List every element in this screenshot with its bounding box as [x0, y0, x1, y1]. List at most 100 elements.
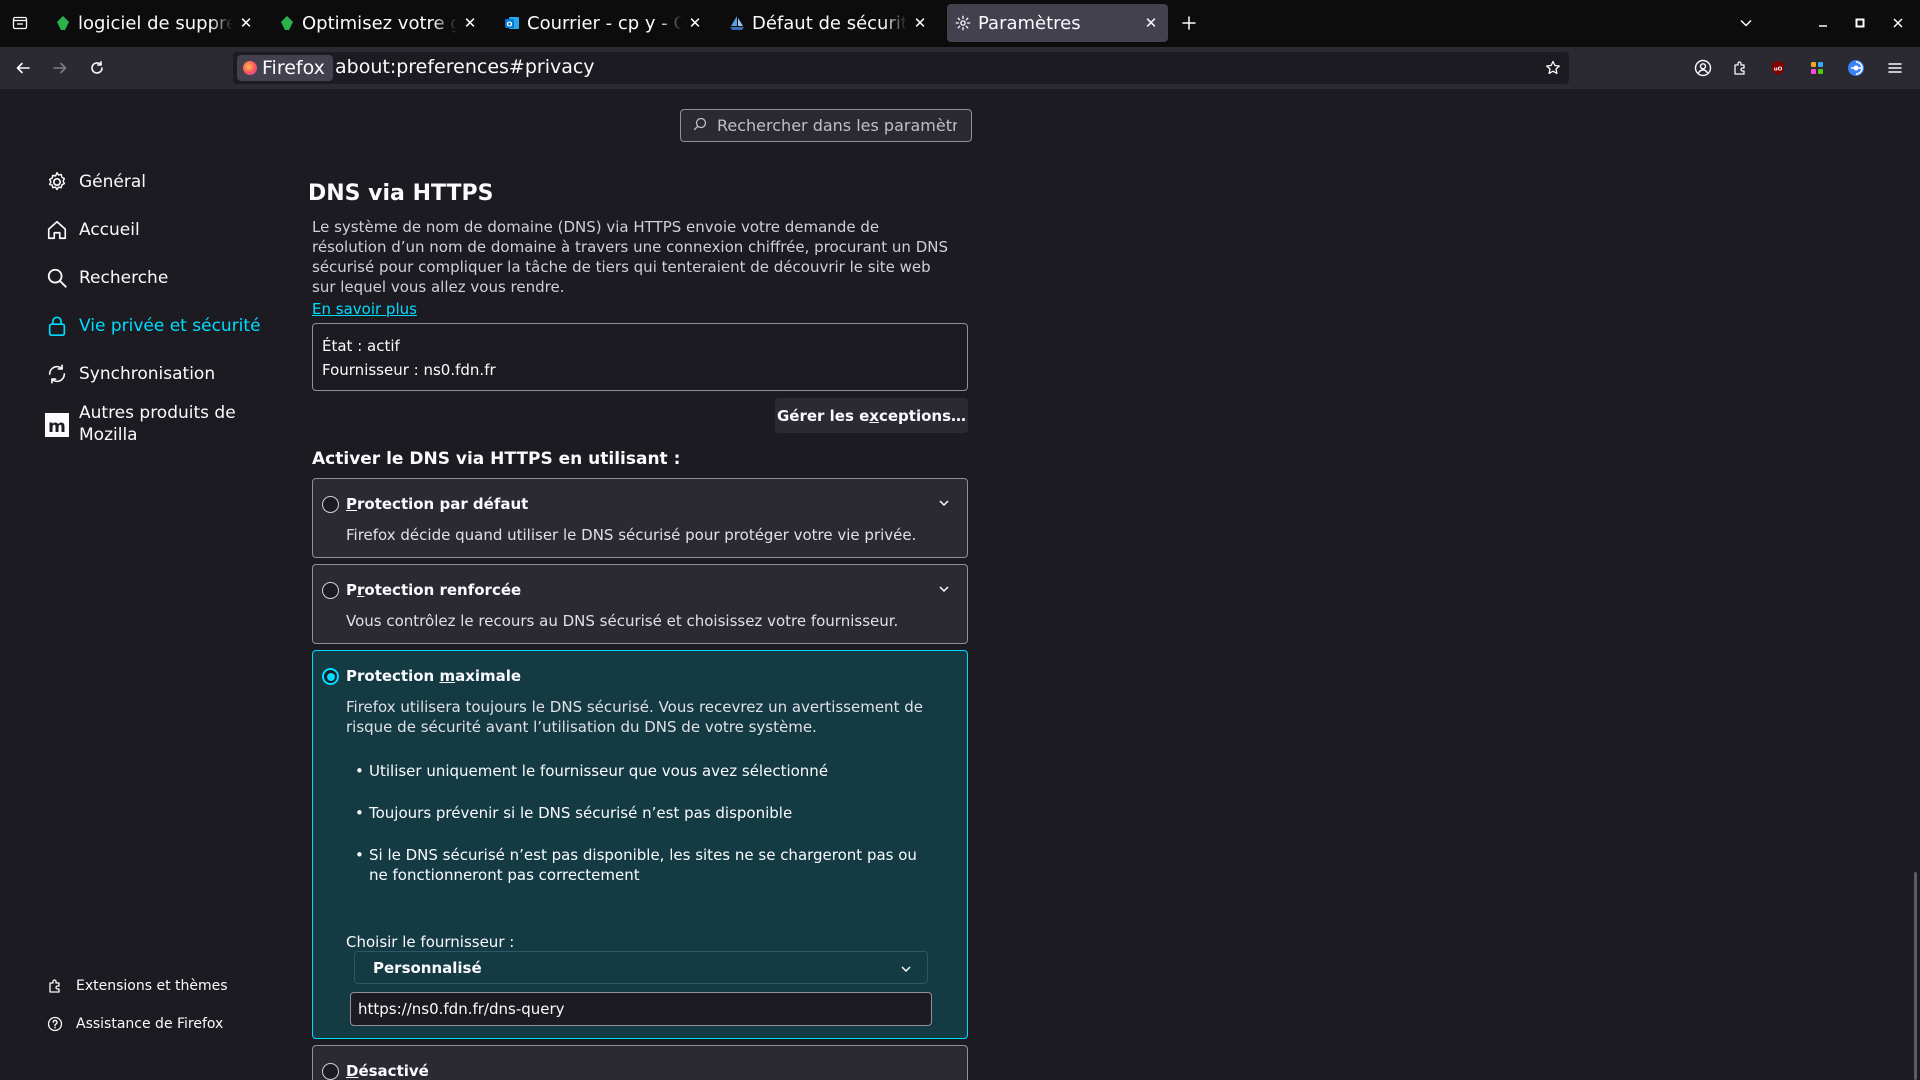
close-tab-icon[interactable]: ✕ — [237, 14, 255, 32]
close-tab-icon[interactable]: ✕ — [461, 14, 479, 32]
identity-box[interactable]: Firefox — [237, 55, 333, 81]
lock-icon — [45, 314, 69, 338]
ublock-origin-icon[interactable]: uO — [1767, 57, 1789, 79]
help-icon — [46, 1015, 64, 1033]
firefox-view-icon[interactable] — [9, 12, 31, 34]
option-off[interactable]: Désactivé — [312, 1045, 968, 1080]
sidebar-item-label: Autres produits de Mozilla — [79, 403, 236, 445]
sailboat-icon — [729, 15, 745, 31]
sidebar-item-more-from-mozilla[interactable]: m Autres produits de Mozilla — [45, 402, 236, 446]
tab-title: logiciel de suppressi — [78, 12, 233, 34]
multi-account-containers-icon[interactable] — [1806, 57, 1828, 79]
sidebar-item-general[interactable]: Général — [45, 170, 146, 194]
sidebar-item-label: Accueil — [79, 220, 140, 240]
dns-status: État : actif — [322, 337, 400, 355]
option-max-protection[interactable]: Protection maximale Firefox utilisera to… — [312, 650, 968, 1039]
close-window-icon[interactable] — [1887, 12, 1909, 34]
tab-title: Courrier - cp y - Outl — [527, 12, 682, 34]
sidebar-item-home[interactable]: Accueil — [45, 218, 140, 242]
learn-more-link[interactable]: En savoir plus — [312, 300, 417, 318]
radio-off[interactable] — [322, 1063, 339, 1080]
forward-arrow-icon[interactable] — [49, 57, 71, 79]
option-default-protection[interactable]: Protection par défaut Firefox décide qua… — [312, 478, 968, 558]
settings-search-box[interactable] — [680, 109, 972, 142]
close-tab-icon[interactable]: ✕ — [911, 14, 929, 32]
account-icon[interactable] — [1692, 57, 1714, 79]
sidebar-link-support[interactable]: Assistance de Firefox — [46, 1015, 223, 1033]
sidebar-item-label: Synchronisation — [79, 364, 216, 384]
option-description: Firefox utilisera toujours le DNS sécuri… — [346, 698, 923, 736]
maximize-icon[interactable] — [1849, 12, 1871, 34]
close-tab-icon[interactable]: ✕ — [686, 14, 704, 32]
option-description: Firefox décide quand utiliser le DNS séc… — [346, 526, 917, 544]
navigation-toolbar: Firefox about:preferences#privacy uO — [0, 47, 1920, 89]
sidebar-link-label: Assistance de Firefox — [76, 1016, 224, 1032]
gear-icon — [45, 170, 69, 194]
radio-max-protection[interactable] — [322, 668, 339, 685]
tab-3[interactable]: O Courrier - cp y - Outl ✕ — [496, 4, 712, 42]
custom-provider-url-input[interactable] — [350, 992, 932, 1026]
sidebar-item-privacy[interactable]: Vie privée et sécurité — [45, 314, 261, 338]
outlook-icon: O — [504, 15, 520, 31]
sidebar-item-label: Recherche — [79, 268, 169, 288]
option-description: Vous contrôlez le recours au DNS sécuris… — [346, 612, 899, 630]
close-tab-icon[interactable]: ✕ — [1142, 14, 1160, 32]
mozilla-icon: m — [45, 413, 69, 437]
option-title: Protection maximale — [346, 667, 522, 685]
vpn-extension-icon[interactable] — [1845, 57, 1867, 79]
list-item: Toujours prévenir si le DNS sécurisé n’e… — [346, 803, 936, 823]
chevron-down-icon[interactable] — [937, 496, 951, 510]
url-text[interactable]: about:preferences#privacy — [335, 56, 595, 78]
option-increased-protection[interactable]: Protection renforcée Vous contrôlez le r… — [312, 564, 968, 644]
search-icon — [45, 266, 69, 290]
reload-icon[interactable] — [86, 57, 108, 79]
new-tab-icon[interactable] — [1178, 12, 1200, 34]
radio-increased-protection[interactable] — [322, 582, 339, 599]
tab-2[interactable]: Optimisez votre gest ✕ — [271, 4, 487, 42]
sidebar-item-label: Vie privée et sécurité — [79, 316, 261, 336]
option-title: Protection renforcée — [346, 581, 522, 599]
minimize-icon[interactable] — [1812, 12, 1834, 34]
sidebar-link-addons[interactable]: Extensions et thèmes — [46, 977, 228, 995]
provider-select-value: Personnalisé — [373, 958, 482, 977]
search-icon — [693, 117, 707, 135]
preferences-page: Général Accueil Recherche Vie privée et … — [0, 89, 1920, 1080]
chevron-down-icon[interactable] — [937, 582, 951, 596]
tab-strip: logiciel de suppressi ✕ Optimisez votre … — [0, 0, 1920, 47]
provider-select[interactable]: Personnalisé — [354, 951, 928, 984]
radio-default-protection[interactable] — [322, 496, 339, 513]
identity-label: Firefox — [262, 57, 325, 79]
chevron-down-icon — [901, 966, 911, 973]
tab-1[interactable]: logiciel de suppressi ✕ — [47, 4, 263, 42]
svg-text:O: O — [507, 21, 513, 29]
choose-provider-label: Choisir le fournisseur : — [346, 933, 515, 951]
sidebar-item-sync[interactable]: Synchronisation — [45, 362, 215, 386]
dns-status-box: État : actif Fournisseur : ns0.fdn.fr — [312, 323, 968, 391]
list-all-tabs-icon[interactable] — [1735, 12, 1757, 34]
option-title: Protection par défaut — [346, 495, 529, 513]
feedly-icon — [279, 15, 295, 31]
sidebar-item-label: Général — [79, 172, 146, 192]
enable-dns-label: Activer le DNS via HTTPS en utilisant : — [312, 449, 681, 469]
settings-search-input[interactable] — [717, 116, 957, 135]
back-arrow-icon[interactable] — [12, 57, 34, 79]
sidebar-item-search[interactable]: Recherche — [45, 266, 168, 290]
list-item: Utiliser uniquement le fournisseur que v… — [346, 761, 936, 781]
extensions-puzzle-icon[interactable] — [1729, 57, 1751, 79]
sidebar-link-label: Extensions et thèmes — [76, 978, 228, 994]
section-description: Le système de nom de domaine (DNS) via H… — [312, 218, 948, 296]
list-item: Si le DNS sécurisé n’est pas disponible,… — [346, 845, 936, 885]
url-bar[interactable]: Firefox about:preferences#privacy — [233, 52, 1569, 84]
page-scrollbar[interactable] — [1914, 872, 1917, 1080]
feedly-icon — [55, 15, 71, 31]
max-protection-bullets: Utiliser uniquement le fournisseur que v… — [346, 761, 936, 907]
tab-title: Défaut de sécurité 8 — [752, 12, 907, 34]
puzzle-icon — [46, 977, 64, 995]
firefox-logo-icon — [243, 61, 257, 75]
manage-exceptions-button[interactable]: Gérer les e x ceptions… — [775, 398, 968, 433]
bookmark-star-icon[interactable] — [1542, 57, 1564, 79]
app-menu-icon[interactable] — [1884, 57, 1906, 79]
tab-4[interactable]: Défaut de sécurité 8 ✕ — [721, 4, 937, 42]
tab-settings[interactable]: Paramètres ✕ — [947, 4, 1168, 42]
svg-text:uO: uO — [1774, 67, 1783, 73]
